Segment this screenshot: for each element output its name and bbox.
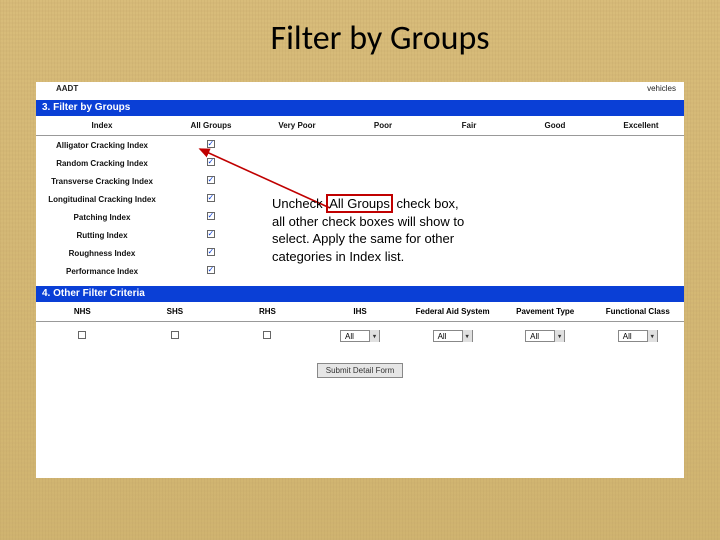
row-label: Patching Index [36, 213, 168, 222]
chevron-down-icon: ▾ [369, 330, 379, 342]
h-shs: SHS [129, 307, 222, 316]
row-label: Alligator Cracking Index [36, 141, 168, 150]
checkbox-allgroups[interactable] [207, 158, 215, 166]
select-value: All [341, 332, 369, 341]
select-ihs[interactable]: All ▾ [340, 330, 380, 342]
checkbox-allgroups[interactable] [207, 212, 215, 220]
chevron-down-icon: ▾ [554, 330, 564, 342]
h-rhs: RHS [221, 307, 314, 316]
grid-row: Alligator Cracking Index [36, 136, 684, 154]
header-fair: Fair [426, 121, 512, 130]
select-value: All [526, 332, 554, 341]
h-pt: Pavement Type [499, 307, 592, 316]
section-4-bar: 4. Other Filter Criteria [36, 286, 684, 302]
callout-pre: Uncheck [272, 196, 326, 211]
submit-wrap: Submit Detail Form [36, 350, 684, 378]
row-label: Random Cracking Index [36, 159, 168, 168]
checkbox-shs[interactable] [171, 331, 179, 339]
checkbox-allgroups[interactable] [207, 266, 215, 274]
h-nhs: NHS [36, 307, 129, 316]
callout-post1: check box, [393, 196, 459, 211]
callout-line3: select. Apply the same for other [272, 231, 454, 246]
grid2-header: NHS SHS RHS IHS Federal Aid System Pavem… [36, 302, 684, 322]
grid-row: Transverse Cracking Index [36, 172, 684, 190]
checkbox-allgroups[interactable] [207, 176, 215, 184]
row-label: Rutting Index [36, 231, 168, 240]
checkbox-allgroups[interactable] [207, 194, 215, 202]
section-3-bar: 3. Filter by Groups [36, 100, 684, 116]
cut-top-label: AADT [36, 84, 96, 93]
header-poor: Poor [340, 121, 426, 130]
chevron-down-icon: ▾ [647, 330, 657, 342]
header-verypoor: Very Poor [254, 121, 340, 130]
header-index: Index [36, 121, 168, 130]
header-good: Good [512, 121, 598, 130]
row-label: Roughness Index [36, 249, 168, 258]
grid-header-row: Index All Groups Very Poor Poor Fair Goo… [36, 116, 684, 136]
submit-button[interactable]: Submit Detail Form [317, 363, 403, 378]
select-value: All [619, 332, 647, 341]
cut-top-row: AADT vehicles [36, 82, 684, 100]
row-label: Longitudinal Cracking Index [36, 195, 168, 204]
annotation-callout: Uncheck All Groups check box, all other … [272, 195, 502, 265]
select-pt[interactable]: All ▾ [525, 330, 565, 342]
checkbox-rhs[interactable] [263, 331, 271, 339]
select-fc[interactable]: All ▾ [618, 330, 658, 342]
row-label: Transverse Cracking Index [36, 177, 168, 186]
h-ihs: IHS [314, 307, 407, 316]
cut-top-right: vehicles [524, 84, 684, 93]
header-allgroups: All Groups [168, 121, 254, 130]
checkbox-allgroups[interactable] [207, 140, 215, 148]
h-fc: Functional Class [591, 307, 684, 316]
checkbox-allgroups[interactable] [207, 248, 215, 256]
row-label: Performance Index [36, 267, 168, 276]
callout-highlight: All Groups [326, 194, 393, 213]
other-criteria-grid: NHS SHS RHS IHS Federal Aid System Pavem… [36, 302, 684, 350]
callout-line4: categories in Index list. [272, 249, 404, 264]
select-value: All [434, 332, 462, 341]
checkbox-allgroups[interactable] [207, 230, 215, 238]
screenshot-panel: AADT vehicles 3. Filter by Groups Index … [36, 82, 684, 478]
checkbox-nhs[interactable] [78, 331, 86, 339]
slide-title: Filter by Groups [0, 0, 720, 59]
grid-row: Random Cracking Index [36, 154, 684, 172]
h-fas: Federal Aid System [406, 307, 499, 316]
callout-line2: all other check boxes will show to [272, 214, 464, 229]
select-fas[interactable]: All ▾ [433, 330, 473, 342]
grid2-values: All ▾ All ▾ All ▾ All ▾ [36, 322, 684, 350]
chevron-down-icon: ▾ [462, 330, 472, 342]
header-excellent: Excellent [598, 121, 684, 130]
